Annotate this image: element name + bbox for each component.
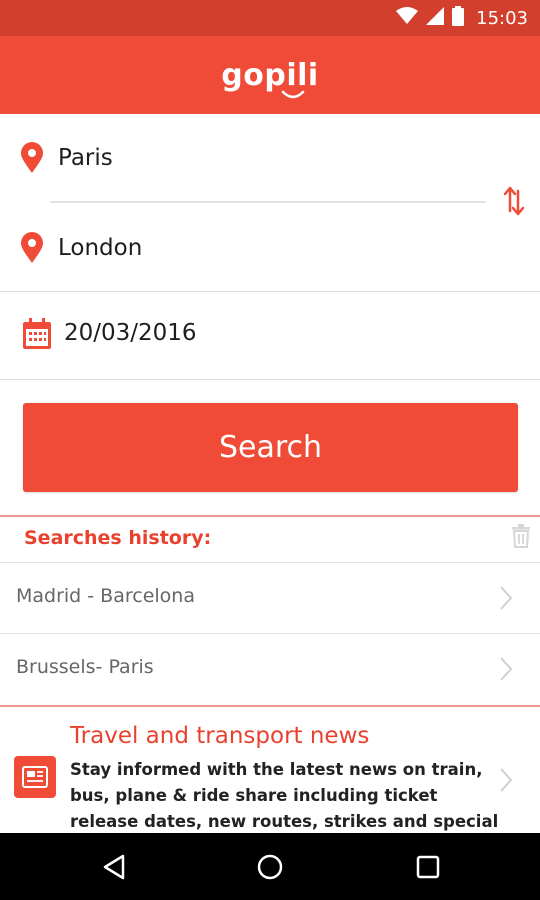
chevron-right-icon	[498, 767, 514, 797]
destination-city: London	[58, 235, 143, 261]
app-logo: gopili	[221, 57, 319, 98]
news-card[interactable]: Travel and transport news Stay informed …	[0, 707, 540, 857]
back-icon[interactable]	[98, 851, 130, 883]
destination-field[interactable]: London	[0, 218, 490, 278]
history-item-label: Brussels- Paris	[16, 656, 154, 678]
date-value: 20/03/2016	[64, 320, 197, 346]
status-bar: 15:03	[0, 0, 540, 36]
app-bar: gopili	[0, 36, 540, 114]
origin-city: Paris	[58, 145, 113, 171]
logo-smile-icon	[282, 90, 305, 98]
trash-icon[interactable]	[510, 524, 532, 552]
location-pin-icon	[20, 232, 44, 268]
home-icon[interactable]	[254, 851, 286, 883]
location-pin-icon	[20, 142, 44, 178]
news-icon	[14, 756, 56, 798]
recents-icon[interactable]	[412, 851, 444, 883]
logo-text: gopili	[221, 57, 319, 93]
chevron-right-icon	[498, 585, 514, 615]
search-button[interactable]: Search	[23, 403, 518, 492]
history-title: Searches history:	[24, 527, 212, 549]
status-icons: 15:03	[396, 0, 528, 36]
signal-icon	[426, 7, 445, 29]
origin-field[interactable]: Paris	[0, 128, 490, 188]
chevron-right-icon	[498, 656, 514, 686]
history-item[interactable]: Brussels- Paris	[0, 633, 540, 704]
history-divider	[0, 515, 540, 517]
route-divider	[50, 201, 486, 203]
swap-icon	[503, 185, 525, 221]
history-item[interactable]: Madrid - Barcelona	[0, 562, 540, 633]
date-field[interactable]: 20/03/2016	[0, 292, 540, 380]
wifi-icon	[396, 7, 419, 29]
history-item-label: Madrid - Barcelona	[16, 585, 195, 607]
swap-button[interactable]	[498, 184, 530, 222]
battery-icon	[452, 6, 465, 30]
news-title: Travel and transport news	[70, 723, 370, 749]
calendar-icon	[22, 318, 52, 354]
status-time: 15:03	[476, 7, 528, 29]
navigation-bar	[0, 833, 540, 900]
